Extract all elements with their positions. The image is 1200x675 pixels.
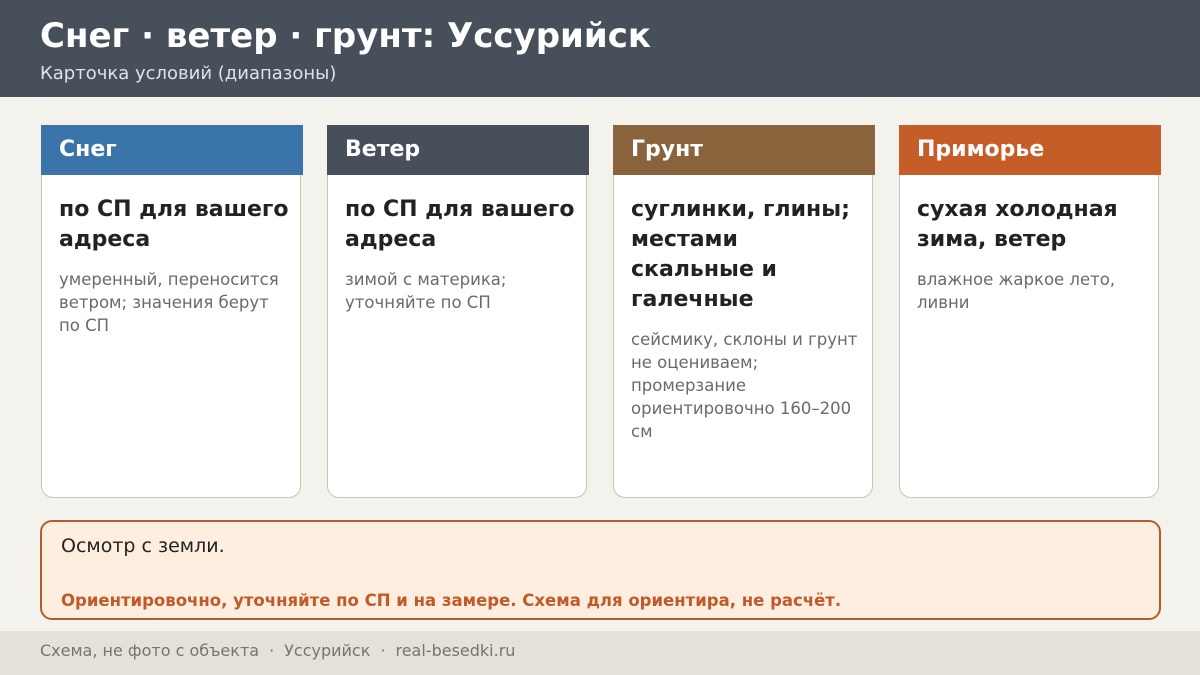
card-soil-main-text: суглинки, глины; местами скальные и гале…: [631, 197, 850, 312]
card-soil-main: суглинки, глины; местами скальные и гале…: [631, 195, 866, 443]
card-soil: Грунт суглинки, глины; местами скальные …: [613, 125, 875, 498]
notice-warning: Ориентировочно, уточняйте по СП и на зам…: [61, 591, 842, 610]
footer-city: Уссурийск: [284, 641, 371, 660]
notice-box: Осмотр с земли. Ориентировочно, уточняйт…: [40, 520, 1161, 620]
footer-separator: ·: [269, 641, 275, 660]
card-snow: Снег по СП для вашего адреса умеренный, …: [41, 125, 303, 498]
card-wind-heading: Ветер: [327, 125, 589, 175]
footer-bar: Схема, не фото с объекта · Уссурийск · real-…: [0, 631, 1200, 675]
card-snow-note: умеренный, переносится ветром; значения …: [59, 270, 279, 335]
footer-separator: ·: [380, 641, 386, 660]
page-subtitle: Карточка условий (диапазоны): [40, 63, 337, 84]
card-snow-main: по СП для вашего адреса умеренный, перен…: [59, 195, 294, 337]
card-region-main: сухая холодная зима, ветер влажное жарко…: [917, 195, 1152, 314]
card-snow-heading: Снег: [41, 125, 303, 175]
card-snow-main-text: по СП для вашего адреса: [59, 197, 289, 252]
card-wind-main: по СП для вашего адреса зимой с материка…: [345, 195, 580, 314]
page-title: Снег · ветер · грунт: Уссурийск: [40, 16, 651, 56]
card-soil-note: сейсмику, склоны и грунт не оцениваем; п…: [631, 330, 858, 441]
footer-text: Схема, не фото с объекта · Уссурийск · real-…: [40, 641, 515, 661]
card-soil-heading: Грунт: [613, 125, 875, 175]
card-region-main-text: сухая холодная зима, ветер: [917, 197, 1118, 252]
card-region-heading: Приморье: [899, 125, 1161, 175]
card-wind-note: зимой с материка; уточняйте по СП: [345, 270, 507, 312]
card-wind: Ветер по СП для вашего адреса зимой с ма…: [327, 125, 589, 498]
notice-text: Осмотр с земли.: [61, 535, 225, 557]
card-region-note: влажное жаркое лето, ливни: [917, 270, 1116, 312]
header-bar: Снег · ветер · грунт: Уссурийск Карточка…: [0, 0, 1200, 97]
footer-note: Схема, не фото с объекта: [40, 641, 260, 660]
footer-site-link[interactable]: real-besedki.ru: [395, 641, 515, 660]
card-region: Приморье сухая холодная зима, ветер влаж…: [899, 125, 1161, 498]
card-wind-main-text: по СП для вашего адреса: [345, 197, 575, 252]
